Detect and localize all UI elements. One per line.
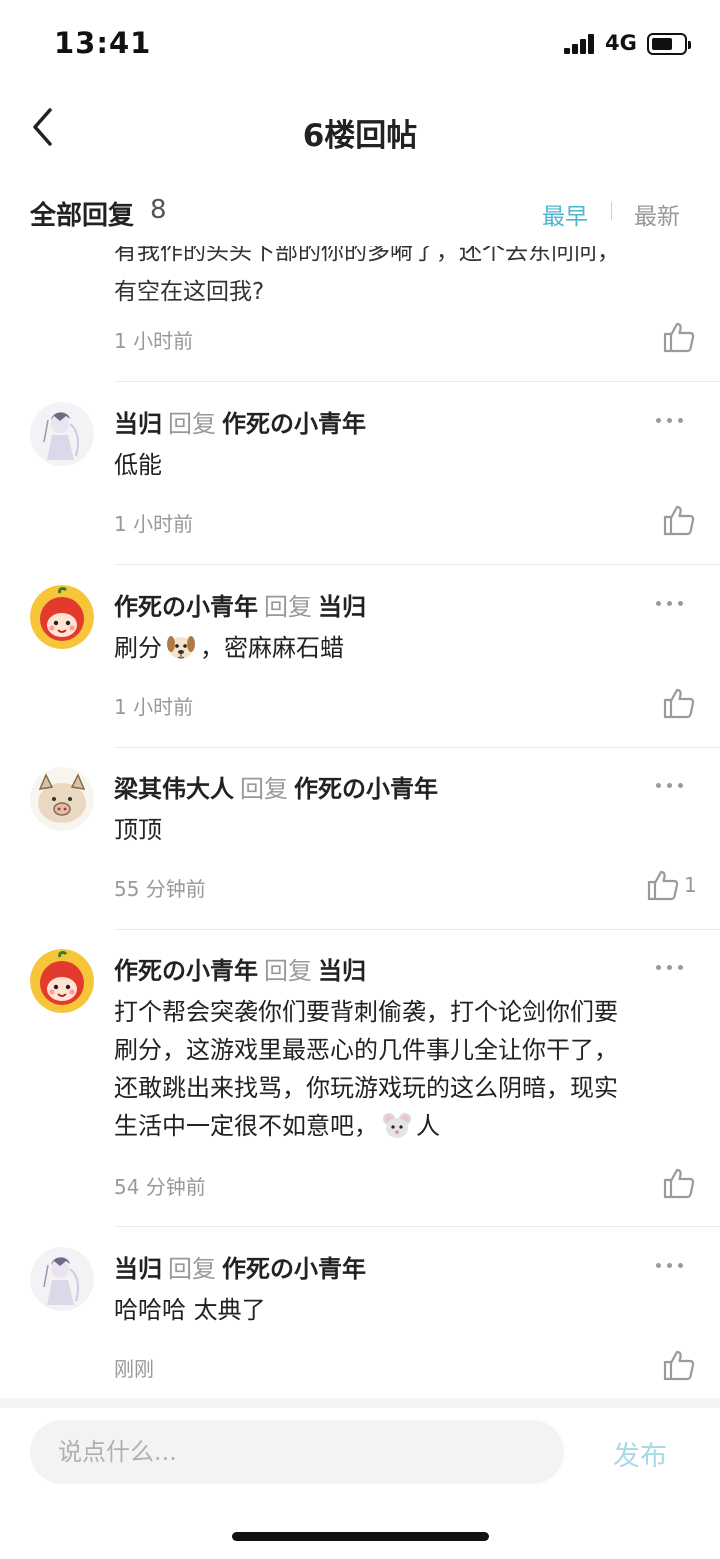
comment-header: 作死の小青年 回复 当归 bbox=[114, 951, 366, 986]
thumbs-up-icon bbox=[663, 322, 695, 353]
sort-latest-tab[interactable]: 最新 bbox=[634, 197, 680, 231]
comment-item: 当归 回复 作死の小青年 哈哈哈 太典了 刚刚 bbox=[0, 1227, 720, 1398]
reply-label: 回复 bbox=[264, 593, 312, 621]
like-button[interactable] bbox=[662, 1166, 696, 1200]
sort-earliest-tab[interactable]: 最早 bbox=[542, 197, 588, 231]
thumbs-up-icon bbox=[663, 505, 695, 536]
like-count: 1 bbox=[684, 873, 697, 897]
comment-text-line: 刷分，这游戏里最恶心的几件事儿全让你干了， bbox=[114, 1036, 618, 1064]
reply-target-name[interactable]: 当归 bbox=[318, 957, 366, 985]
replies-count: 8 bbox=[150, 195, 167, 225]
comment-item: 作死の小青年 回复 当归 刷分 ，密麻麻石蜡 1 小时前 bbox=[0, 565, 720, 748]
thumbs-up-icon bbox=[663, 1350, 695, 1381]
like-button[interactable] bbox=[662, 1348, 696, 1382]
more-options-button[interactable] bbox=[656, 416, 686, 426]
avatar[interactable] bbox=[30, 767, 94, 831]
comment-time: 55 分钟前 bbox=[114, 877, 206, 901]
more-options-button[interactable] bbox=[656, 599, 686, 609]
author-name[interactable]: 当归 bbox=[114, 1255, 162, 1283]
reply-target-name[interactable]: 当归 bbox=[318, 593, 366, 621]
comment-text: 打个帮会突袭你们要背刺偷袭，打个论剑你们要 刷分，这游戏里最恶心的几件事儿全让你… bbox=[114, 993, 694, 1145]
avatar[interactable] bbox=[30, 585, 94, 649]
status-time: 13:41 bbox=[54, 26, 152, 60]
comment-item: 当归 回复 作死の小青年 低能 1 小时前 bbox=[0, 382, 720, 565]
comment-time: 1 小时前 bbox=[114, 512, 194, 536]
comment-text-part: 生活中一定很不如意吧， bbox=[114, 1112, 378, 1140]
clipped-comment-line: 有我作的头头下部的你的多嗬了，还个去东问问， bbox=[114, 246, 620, 265]
comment-time: 54 分钟前 bbox=[114, 1175, 206, 1199]
author-name[interactable]: 当归 bbox=[114, 410, 162, 438]
comment-text-part: 刷分 bbox=[114, 634, 162, 662]
comment-text-line: 打个帮会突袭你们要背刺偷袭，打个论剑你们要 bbox=[114, 998, 618, 1026]
comment-text: 刷分 ，密麻麻石蜡 bbox=[114, 629, 694, 667]
comment-text: 哈哈哈 太典了 bbox=[114, 1296, 266, 1324]
home-indicator[interactable] bbox=[232, 1532, 489, 1541]
reply-thread-page: 13:41 4G 6楼回帖 全部回复 8 最早 最新 有我作的头头下部的你的多嗬… bbox=[0, 0, 720, 1559]
comment-input[interactable] bbox=[30, 1420, 564, 1484]
nav-bar: 6楼回帖 bbox=[0, 88, 720, 168]
like-button[interactable] bbox=[662, 503, 696, 537]
reply-target-name[interactable]: 作死の小青年 bbox=[222, 1255, 366, 1283]
thumbs-up-icon bbox=[647, 870, 679, 901]
battery-icon bbox=[647, 33, 691, 55]
reply-label: 回复 bbox=[264, 957, 312, 985]
comment-compose-bar: 发布 bbox=[0, 1398, 720, 1559]
comment-time: 1 小时前 bbox=[114, 329, 194, 353]
comment-header: 当归 回复 作死の小青年 bbox=[114, 404, 366, 439]
comment-time: 刚刚 bbox=[114, 1357, 154, 1381]
comment-text-part: 人 bbox=[416, 1112, 440, 1140]
avatar[interactable] bbox=[30, 949, 94, 1013]
replies-header: 全部回复 8 最早 最新 bbox=[0, 176, 720, 246]
thumbs-up-icon bbox=[663, 1168, 695, 1199]
network-label: 4G bbox=[605, 31, 637, 55]
mouse-emoji-icon bbox=[383, 1113, 411, 1138]
reply-label: 回复 bbox=[168, 1255, 216, 1283]
reply-target-name[interactable]: 作死の小青年 bbox=[222, 410, 366, 438]
more-options-button[interactable] bbox=[656, 781, 686, 791]
more-options-button[interactable] bbox=[656, 963, 686, 973]
avatar[interactable] bbox=[30, 1247, 94, 1311]
comment-header: 当归 回复 作死の小青年 bbox=[114, 1249, 366, 1284]
comment-text: 顶顶 bbox=[114, 816, 162, 844]
status-bar: 13:41 4G bbox=[0, 0, 720, 88]
avatar[interactable] bbox=[30, 402, 94, 466]
reply-target-name[interactable]: 作死の小青年 bbox=[294, 775, 438, 803]
reply-label: 回复 bbox=[240, 775, 288, 803]
dog-emoji-icon bbox=[167, 636, 195, 659]
author-name[interactable]: 作死の小青年 bbox=[114, 957, 258, 985]
comment-time: 1 小时前 bbox=[114, 695, 194, 719]
comment-text-part: ，密麻麻石蜡 bbox=[200, 634, 344, 662]
replies-title: 全部回复 bbox=[30, 201, 135, 231]
reply-label: 回复 bbox=[168, 410, 216, 438]
like-button[interactable] bbox=[662, 320, 696, 354]
comment-text: 有空在这回我? bbox=[114, 279, 265, 305]
comment-header: 梁其伟大人 回复 作死の小青年 bbox=[114, 769, 438, 804]
comment-item: 梁其伟大人 回复 作死の小青年 顶顶 55 分钟前 1 bbox=[0, 747, 720, 930]
comment-text-line: 还敢跳出来找骂，你玩游戏玩的这么阴暗，现实 bbox=[114, 1074, 618, 1102]
like-button[interactable] bbox=[646, 868, 680, 902]
comment-text-line: 生活中一定很不如意吧， 人 bbox=[114, 1107, 694, 1145]
more-options-button[interactable] bbox=[656, 1261, 686, 1271]
reply-feed[interactable]: 有我作的头头下部的你的多嗬了，还个去东问问， 有空在这回我? 1 小时前 当归回… bbox=[0, 246, 720, 1398]
comment-item: 作死の小青年 回复 当归 打个帮会突袭你们要背刺偷袭，打个论剑你们要 刷分，这游戏里… bbox=[0, 929, 720, 1227]
sort-divider bbox=[611, 202, 612, 220]
comment-text: 低能 bbox=[114, 451, 162, 479]
signal-icon bbox=[564, 34, 598, 54]
author-name[interactable]: 作死の小青年 bbox=[114, 593, 258, 621]
like-button[interactable] bbox=[662, 686, 696, 720]
page-title: 6楼回帖 bbox=[302, 118, 418, 154]
comment-header: 作死の小青年 回复 当归 bbox=[114, 587, 366, 622]
author-name[interactable]: 梁其伟大人 bbox=[114, 775, 234, 803]
thumbs-up-icon bbox=[663, 688, 695, 719]
publish-button[interactable]: 发布 bbox=[590, 1428, 690, 1478]
